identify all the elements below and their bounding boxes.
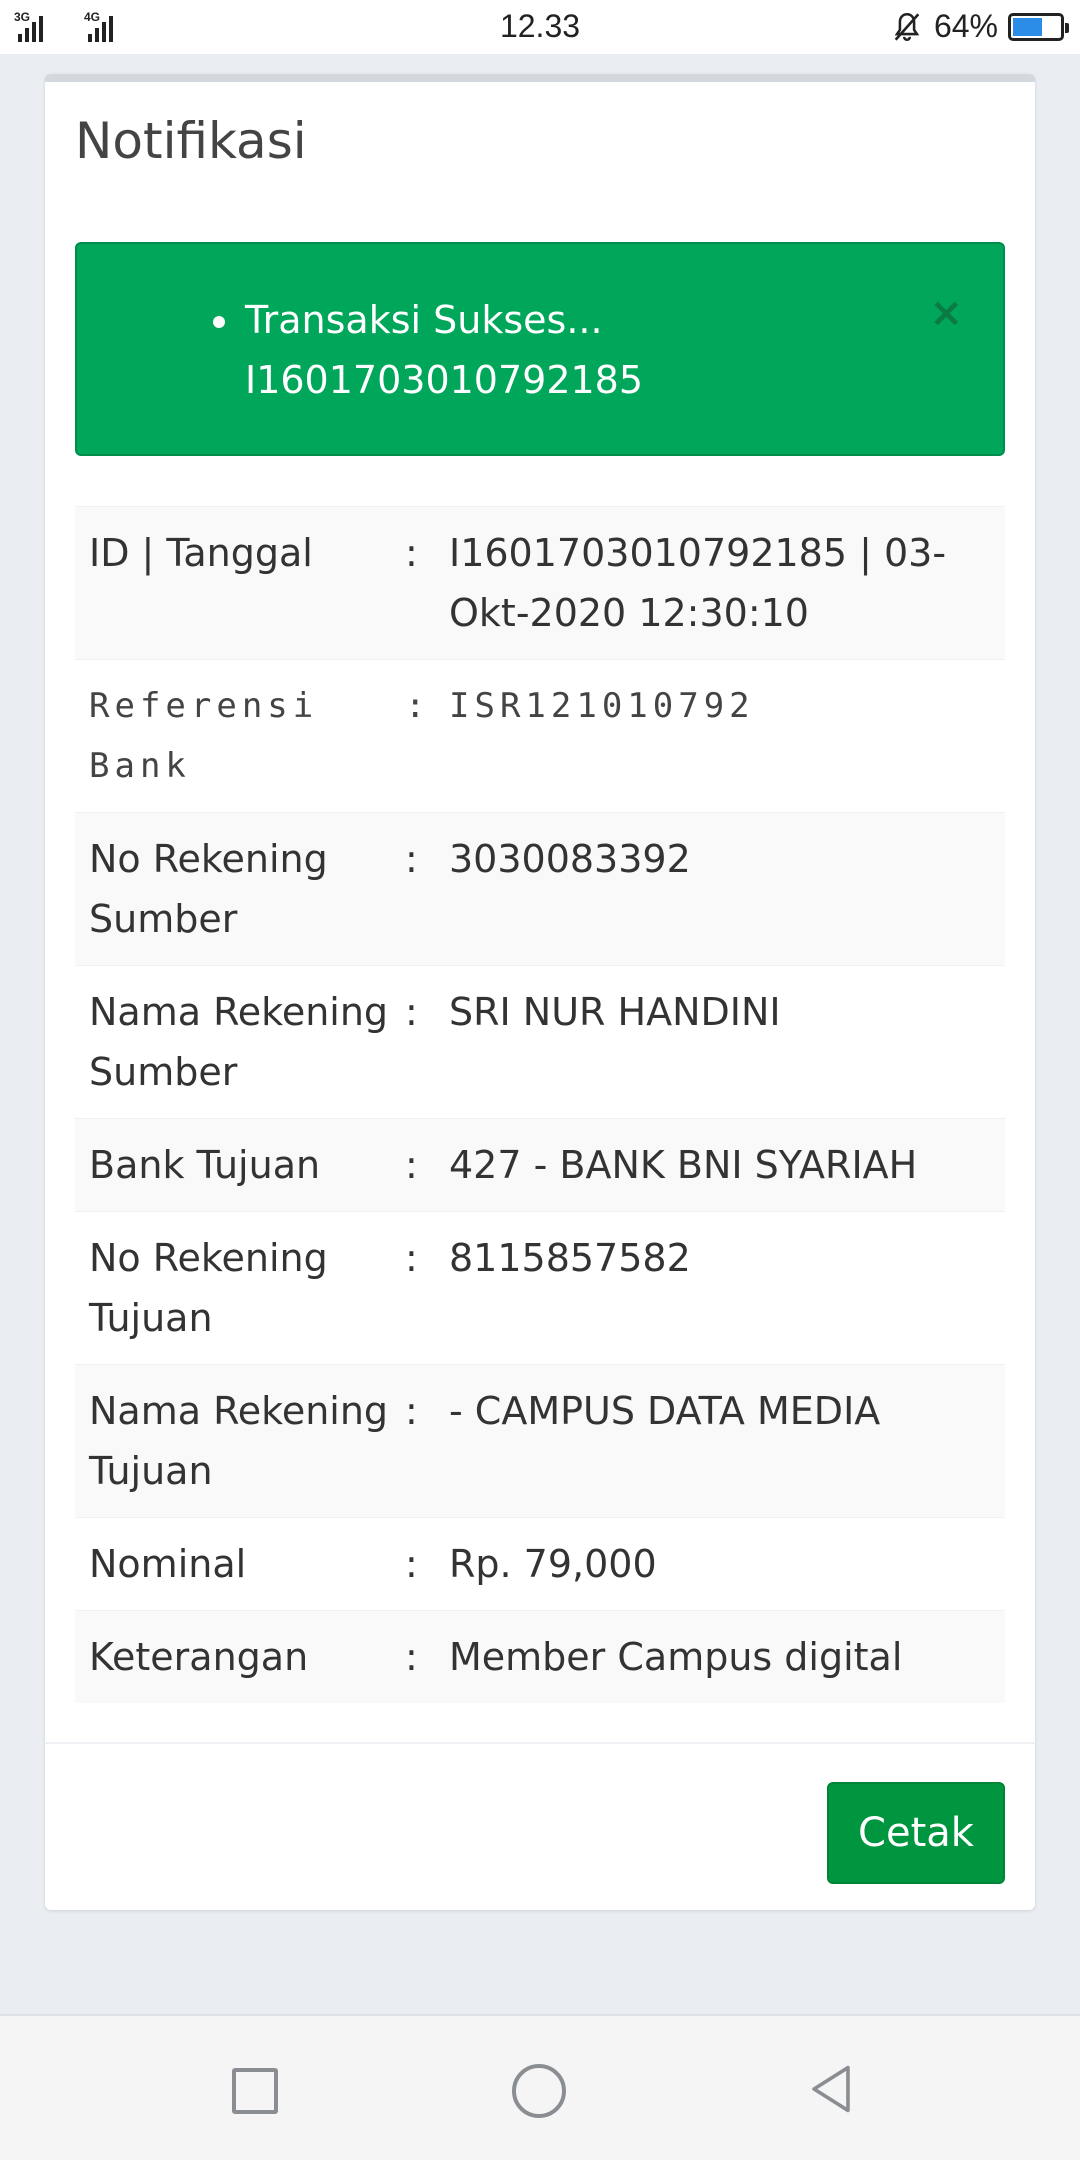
print-button[interactable]: Cetak [827, 1782, 1005, 1884]
row-separator: : [405, 1118, 449, 1212]
table-row: Nama Rekening Sumber : SRI NUR HANDINI [75, 965, 1005, 1119]
row-separator: : [405, 659, 449, 813]
notification-card: Notifikasi Transaksi Sukses... I16017030… [45, 74, 1035, 1910]
row-separator: : [405, 812, 449, 966]
row-label: ID | Tanggal [75, 506, 405, 660]
row-value: I1601703010792185 | 03-Okt-2020 12:30:10 [449, 506, 1005, 660]
row-label: Nominal [75, 1517, 405, 1611]
row-value: SRI NUR HANDINI [449, 965, 1005, 1119]
row-value: 3030083392 [449, 812, 1005, 966]
row-separator: : [405, 965, 449, 1119]
table-row: Referensi Bank : ISR121010792 [75, 659, 1005, 813]
success-alert: Transaksi Sukses... I1601703010792185 × [75, 242, 1005, 456]
page-title: Notifikasi [75, 112, 307, 170]
row-label: No Rekening Tujuan [75, 1211, 405, 1365]
row-value: Member Campus digital [449, 1610, 1005, 1703]
status-bar: 3G 4G 12.33 64% [0, 0, 1080, 54]
table-row: Nominal : Rp. 79,000 [75, 1517, 1005, 1611]
row-label: Nama Rekening Sumber [75, 965, 405, 1119]
close-icon[interactable]: × [929, 290, 963, 336]
table-row: ID | Tanggal : I1601703010792185 | 03-Ok… [75, 506, 1005, 660]
row-separator: : [405, 1364, 449, 1518]
row-label: Nama Rekening Tujuan [75, 1364, 405, 1518]
card-footer-divider [45, 1742, 1035, 1744]
row-separator: : [405, 1211, 449, 1365]
battery-icon [1008, 12, 1069, 41]
alert-message: Transaksi Sukses... I1601703010792185 [212, 290, 644, 410]
transaction-detail-table: ID | Tanggal : I1601703010792185 | 03-Ok… [75, 506, 1005, 1703]
row-separator: : [405, 506, 449, 660]
row-label: No Rekening Sumber [75, 812, 405, 966]
row-value: ISR121010792 [449, 659, 1005, 813]
system-nav-bar [0, 2014, 1080, 2160]
mute-bell-icon [894, 12, 920, 41]
row-separator: : [405, 1517, 449, 1611]
row-label: Bank Tujuan [75, 1118, 405, 1212]
table-row: No Rekening Tujuan : 8115857582 [75, 1211, 1005, 1365]
row-value: Rp. 79,000 [449, 1517, 1005, 1611]
alert-line: Transaksi Sukses... [245, 298, 603, 342]
table-row: Nama Rekening Tujuan : - CAMPUS DATA MED… [75, 1364, 1005, 1518]
recent-apps-icon[interactable] [232, 2068, 278, 2114]
row-value: 427 - BANK BNI SYARIAH [449, 1118, 1005, 1212]
back-icon[interactable] [806, 2064, 856, 2114]
row-label: Keterangan [75, 1610, 405, 1703]
row-separator: : [405, 1610, 449, 1703]
table-row: Bank Tujuan : 427 - BANK BNI SYARIAH [75, 1118, 1005, 1212]
battery-percent: 64% [933, 8, 998, 44]
row-value: 8115857582 [449, 1211, 1005, 1365]
alert-list: Transaksi Sukses... I1601703010792185 [212, 290, 644, 410]
table-row: Keterangan : Member Campus digital [75, 1610, 1005, 1703]
row-label: Referensi Bank [75, 659, 405, 813]
home-icon[interactable] [512, 2064, 566, 2118]
table-row: No Rekening Sumber : 3030083392 [75, 812, 1005, 966]
alert-line: I1601703010792185 [245, 358, 644, 402]
row-value: - CAMPUS DATA MEDIA [449, 1364, 1005, 1518]
